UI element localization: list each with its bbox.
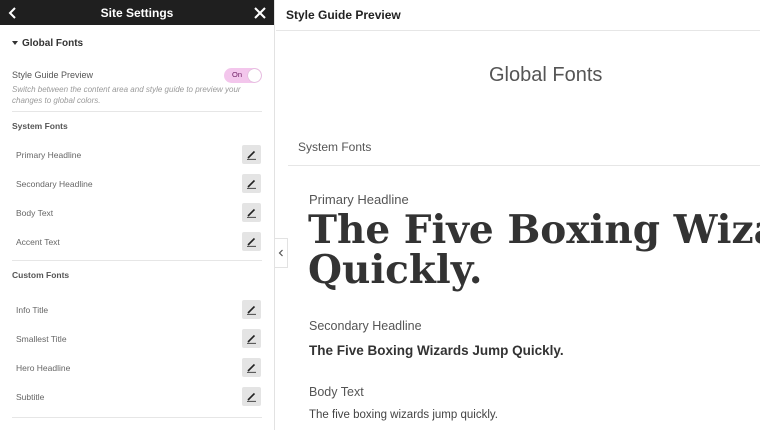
panel-header: Site Settings (0, 0, 274, 25)
pencil-icon (247, 392, 256, 402)
divider (288, 165, 760, 166)
edit-button[interactable] (242, 145, 261, 164)
body-text-sample: The five boxing wizards jump quickly. (309, 409, 498, 421)
style-guide-label: Style Guide Preview (12, 70, 94, 80)
toggle-knob (248, 68, 261, 82)
body-text-label: Body Text (309, 385, 364, 399)
font-label: Primary Headline (16, 149, 82, 160)
edit-button[interactable] (242, 358, 261, 377)
custom-fonts-heading: Custom Fonts (12, 270, 70, 280)
system-fonts-heading: System Fonts (12, 121, 68, 131)
secondary-headline-label: Secondary Headline (309, 319, 422, 333)
pencil-icon (247, 237, 256, 247)
site-settings-panel: Site Settings Global Fonts Style Guide P… (0, 0, 275, 430)
pencil-icon (247, 208, 256, 218)
chevron-left-icon (8, 6, 16, 19)
font-label: Secondary Headline (16, 178, 93, 189)
system-fonts-list: Primary Headline Secondary Headline Body… (0, 140, 274, 256)
font-row-subtitle: Subtitle (0, 382, 274, 411)
secondary-headline-sample: The Five Boxing Wizards Jump Quickly. (309, 343, 564, 358)
pencil-icon (247, 305, 256, 315)
primary-headline-label: Primary Headline (309, 192, 409, 207)
edit-button[interactable] (242, 387, 261, 406)
font-row-hero-headline: Hero Headline (0, 353, 274, 382)
style-guide-preview: Style Guide Preview Global Fonts System … (276, 0, 760, 430)
font-row-secondary-headline: Secondary Headline (0, 169, 274, 198)
pencil-icon (247, 334, 256, 344)
custom-fonts-list: Info Title Smallest Title Hero Headline … (0, 295, 274, 411)
edit-button[interactable] (242, 203, 261, 222)
edit-button[interactable] (242, 300, 261, 319)
font-label: Subtitle (16, 391, 45, 402)
style-guide-toggle[interactable]: On (224, 67, 262, 83)
caret-down-icon (12, 41, 18, 45)
preview-header: Style Guide Preview (276, 0, 760, 31)
style-guide-hint: Switch between the content area and styl… (12, 85, 241, 105)
back-button[interactable] (0, 0, 25, 25)
font-label: Hero Headline (16, 362, 71, 373)
close-icon (253, 6, 266, 19)
font-label: Info Title (16, 304, 49, 315)
font-row-info-title: Info Title (0, 295, 274, 324)
primary-headline-sample: The Five Boxing Wizards Jump Quickly. (308, 207, 760, 293)
pencil-icon (247, 150, 256, 160)
edit-button[interactable] (242, 174, 261, 193)
global-fonts-section-toggle[interactable]: Global Fonts (0, 25, 274, 61)
font-row-accent-text: Accent Text (0, 227, 274, 256)
pencil-icon (247, 179, 256, 189)
style-guide-row: Style Guide Preview On (0, 66, 274, 84)
font-row-primary-headline: Primary Headline (0, 140, 274, 169)
panel-title: Site Settings (100, 5, 174, 20)
edit-button[interactable] (242, 329, 261, 348)
preview-title: Global Fonts (489, 64, 603, 86)
divider (12, 417, 262, 418)
close-button[interactable] (247, 0, 272, 25)
font-row-body-text: Body Text (0, 198, 274, 227)
font-label: Accent Text (16, 236, 60, 247)
system-fonts-label: System Fonts (298, 140, 372, 154)
font-label: Body Text (16, 207, 54, 218)
edit-button[interactable] (242, 232, 261, 251)
font-row-smallest-title: Smallest Title (0, 324, 274, 353)
section-title: Global Fonts (22, 37, 84, 49)
font-label: Smallest Title (16, 333, 67, 344)
pencil-icon (247, 363, 256, 373)
toggle-text: On (232, 69, 243, 79)
